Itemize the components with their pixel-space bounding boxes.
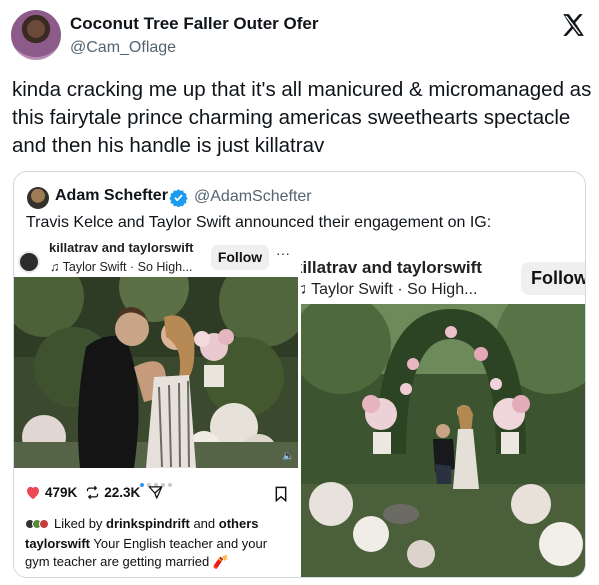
ig-action-bar: 479K 22.3K: [25, 485, 167, 500]
x-logo-icon: [563, 14, 584, 36]
ig-username: killatrav and taylorswift: [301, 258, 482, 277]
verified-badge-icon: [169, 189, 188, 207]
ig-follow-button: Follow: [521, 262, 585, 295]
engagement-photo-couple: 🔈: [14, 277, 298, 468]
liker-username: drinkspindrift: [106, 516, 190, 531]
ig-follow-button: Follow: [211, 245, 269, 270]
ig-username: killatrav and taylorswift: [49, 243, 194, 255]
quote-author-avatar[interactable]: [27, 187, 49, 209]
dynamite-icon: 🧨: [212, 554, 230, 569]
ig-caption: taylorswift Your English teacher and you…: [25, 536, 268, 569]
ig-more-icon: ···: [276, 245, 290, 261]
quote-text: Travis Kelce and Taylor Swift announced …: [26, 214, 492, 231]
author-display-name[interactable]: Coconut Tree Faller Outer Ofer: [70, 14, 318, 34]
repost-icon: [87, 485, 99, 500]
send-icon: [148, 486, 163, 499]
quote-author-handle[interactable]: @AdamSchefter: [194, 188, 312, 206]
ig-song: ♫ Taylor Swift · So High...: [50, 260, 193, 274]
ig-song: ♫ Taylor Swift · So High...: [301, 281, 477, 299]
liker-avatar: [39, 518, 49, 529]
quote-author-name[interactable]: Adam Schefter: [55, 187, 168, 205]
engagement-photo-garden: [301, 304, 585, 577]
author-handle[interactable]: @Cam_Oflage: [70, 39, 176, 57]
reposts-count: 22.3K: [104, 485, 141, 500]
instagram-screenshot-right[interactable]: killatrav and taylorswift ♫ Taylor Swift…: [301, 239, 585, 577]
heart-icon: [27, 486, 39, 500]
ig-avatar: [18, 251, 40, 273]
music-note-icon: ♫: [301, 281, 307, 298]
instagram-screenshot-left[interactable]: killatrav and taylorswift ♫ Taylor Swift…: [14, 239, 300, 577]
tweet-text: kinda cracking me up that it's all manic…: [12, 78, 592, 157]
svg-text:🔈: 🔈: [282, 451, 294, 462]
music-note-icon: ♫: [50, 260, 60, 274]
bookmark-icon: [275, 486, 287, 502]
quote-tweet-card[interactable]: Adam Schefter @AdamSchefter Travis Kelce…: [13, 171, 586, 578]
likes-count: 479K: [45, 485, 78, 500]
author-avatar[interactable]: [11, 10, 61, 60]
liked-by-line: Liked by drinkspindrift and others: [25, 516, 258, 531]
